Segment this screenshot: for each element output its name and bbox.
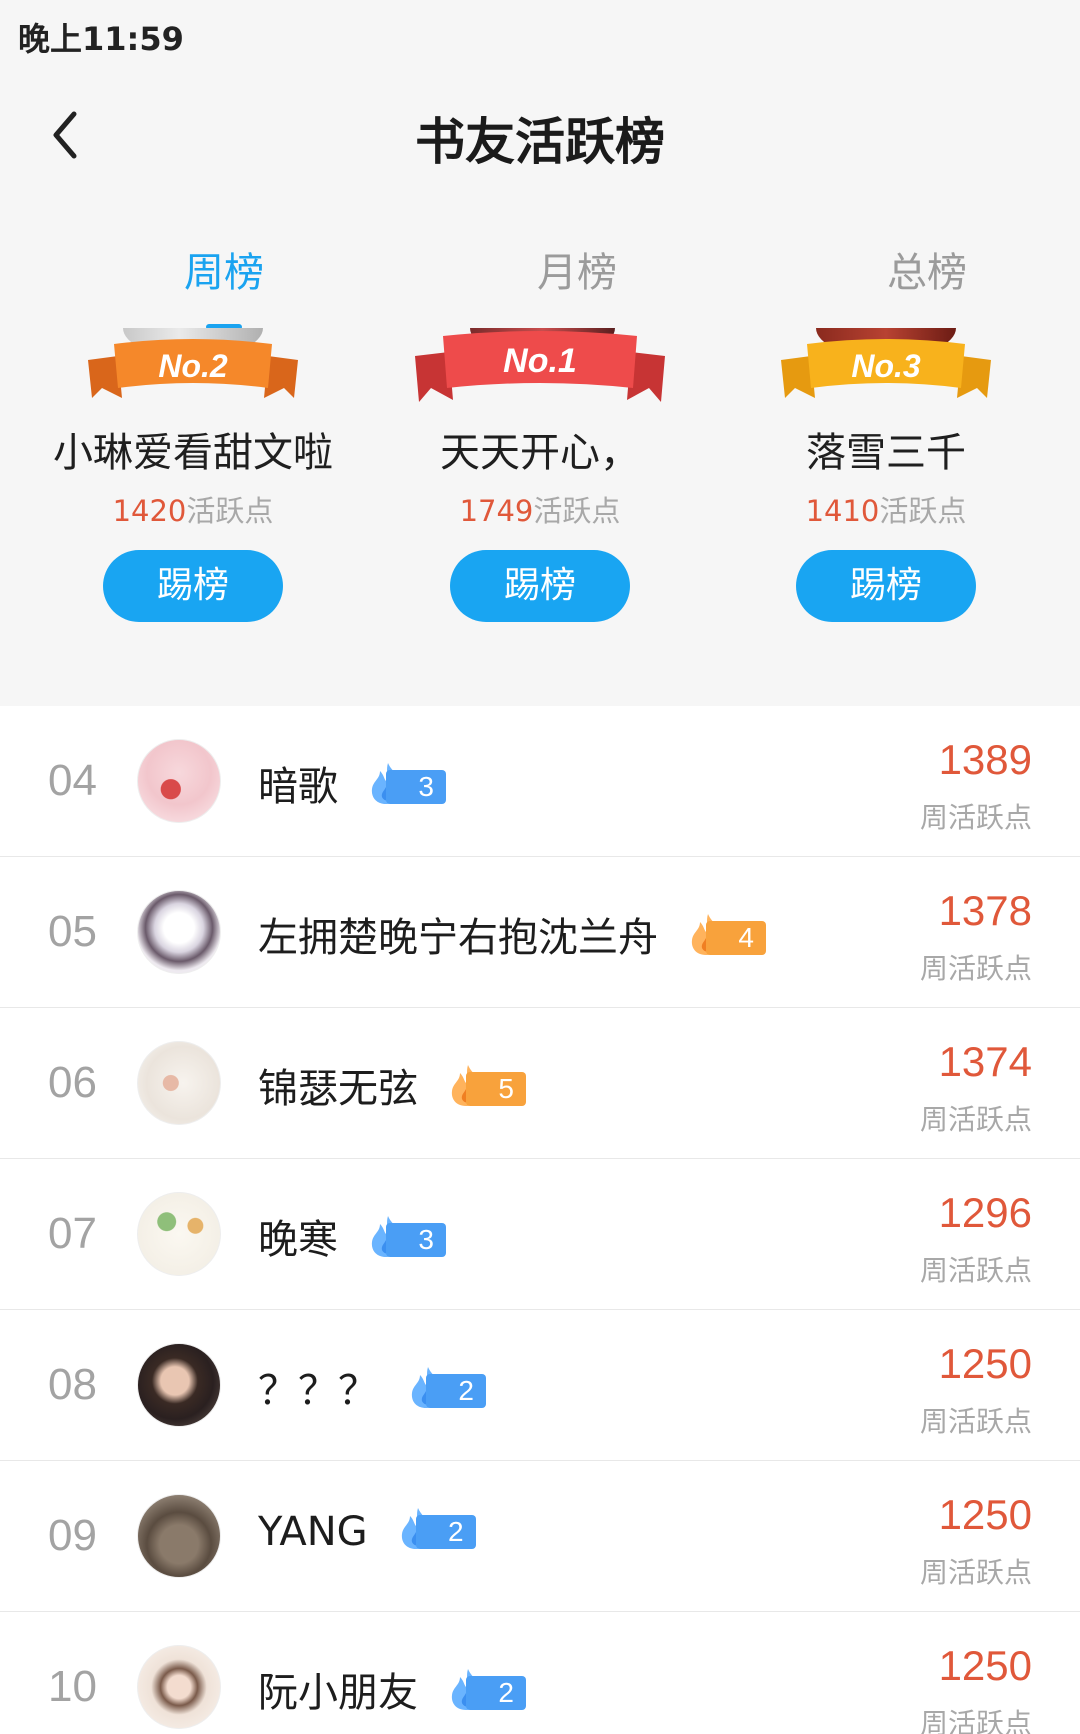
level-badge: 5 — [448, 1065, 526, 1106]
level-badge: 3 — [368, 763, 446, 804]
rank-number: 05 — [48, 907, 97, 956]
ribbon-label: No.2 — [158, 348, 228, 384]
kick-rank-button[interactable]: 踢榜 — [796, 550, 976, 622]
level-value: 4 — [706, 921, 766, 955]
list-item[interactable]: 10 阮小朋友 2 1250 周活跃点 — [0, 1612, 1080, 1734]
tab-total[interactable]: 总榜 — [827, 240, 1027, 298]
rank-number: 04 — [48, 756, 97, 805]
tab-monthly[interactable]: 月榜 — [477, 240, 677, 298]
list-item-name: YANG 2 — [258, 1508, 476, 1555]
user-name: YANG — [258, 1509, 368, 1555]
points-value: 1749 — [459, 494, 534, 528]
ranking-list: 04 暗歌 3 1389 周活跃点 05 左拥楚晚宁右抱沈兰舟 4 1378 周活跃… — [0, 706, 1080, 1734]
avatar — [137, 1645, 221, 1729]
points-value: 1410 — [805, 494, 880, 528]
user-name: 晚寒 — [258, 1217, 338, 1263]
tab-bar: 周榜 月榜 总榜 — [0, 240, 1080, 330]
level-value: 2 — [426, 1374, 486, 1408]
rank-number: 10 — [48, 1662, 97, 1711]
list-item[interactable]: 07 晚寒 3 1296 周活跃点 — [0, 1159, 1080, 1310]
ribbon-no2: No.2 — [88, 336, 298, 404]
user-name: 阮小朋友 — [258, 1670, 418, 1716]
list-item[interactable]: 04 暗歌 3 1389 周活跃点 — [0, 706, 1080, 857]
page-title: 书友活跃榜 — [415, 113, 665, 171]
score-label: 周活跃点 — [919, 952, 1032, 985]
score-value: 1250 — [938, 1642, 1032, 1689]
kick-rank-button[interactable]: 踢榜 — [450, 550, 630, 622]
points-value: 1420 — [112, 494, 187, 528]
score-value: 1250 — [938, 1491, 1032, 1538]
score-label: 周活跃点 — [919, 1103, 1032, 1136]
score-label: 周活跃点 — [919, 1405, 1032, 1438]
avatar — [137, 1192, 221, 1276]
list-item[interactable]: 05 左拥楚晚宁右抱沈兰舟 4 1378 周活跃点 — [0, 857, 1080, 1008]
points-suffix: 活跃点 — [186, 494, 274, 528]
podium-points: 1410活跃点 — [721, 488, 1051, 530]
list-item-name: 晚寒 3 — [258, 1207, 446, 1265]
podium-points: 1749活跃点 — [375, 488, 705, 530]
podium-second[interactable]: No.2 小琳爱看甜文啦 1420活跃点 踢榜 — [28, 328, 358, 628]
header-area: 晚上11:59 书友活跃榜 周榜 月榜 总榜 No.2 小琳爱看甜文啦 1420… — [0, 0, 1080, 706]
avatar — [137, 1041, 221, 1125]
level-badge: 2 — [408, 1367, 486, 1408]
podium-points: 1420活跃点 — [28, 488, 358, 530]
score-value: 1250 — [938, 1340, 1032, 1387]
rank-number: 07 — [48, 1209, 97, 1258]
level-value: 5 — [466, 1072, 526, 1106]
podium-first[interactable]: No.1 天天开心， 1749活跃点 踢榜 — [375, 328, 705, 628]
status-bar-time: 晚上11:59 — [18, 20, 184, 58]
tab-weekly[interactable]: 周榜 — [124, 240, 324, 298]
user-name: ？？？ — [258, 1368, 378, 1414]
score-label: 周活跃点 — [919, 1556, 1032, 1589]
level-value: 2 — [415, 1515, 476, 1549]
rank-number: 09 — [48, 1511, 97, 1560]
podium-third[interactable]: No.3 落雪三千 1410活跃点 踢榜 — [721, 328, 1051, 628]
ribbon-no3: No.3 — [781, 336, 991, 404]
level-badge: 2 — [448, 1669, 526, 1710]
avatar — [137, 1343, 221, 1427]
avatar — [137, 1494, 221, 1578]
list-item-name: 左拥楚晚宁右抱沈兰舟 4 — [258, 905, 766, 963]
level-badge: 3 — [368, 1216, 446, 1257]
kick-rank-button[interactable]: 踢榜 — [103, 550, 283, 622]
podium-name: 落雪三千 — [806, 430, 966, 476]
list-item-name: 暗歌 3 — [258, 754, 446, 812]
list-item[interactable]: 09 YANG 2 1250 周活跃点 — [0, 1461, 1080, 1612]
ribbon-label: No.1 — [503, 342, 577, 380]
user-name: 暗歌 — [258, 764, 338, 810]
ribbon-label: No.3 — [851, 348, 921, 384]
level-badge: 2 — [398, 1508, 476, 1549]
score-label: 周活跃点 — [919, 801, 1032, 834]
podium-name: 小琳爱看甜文啦 — [53, 430, 333, 476]
list-item[interactable]: 06 锦瑟无弦 5 1374 周活跃点 — [0, 1008, 1080, 1159]
score-value: 1374 — [938, 1038, 1032, 1085]
podium-name: 天天开心， — [440, 430, 640, 476]
list-item-name: 锦瑟无弦 5 — [258, 1056, 526, 1114]
list-item-name: ？？？ 2 — [258, 1358, 486, 1416]
points-suffix: 活跃点 — [879, 494, 967, 528]
list-item-name: 阮小朋友 2 — [258, 1660, 526, 1718]
avatar — [137, 890, 221, 974]
level-value: 3 — [386, 770, 446, 804]
user-name: 锦瑟无弦 — [258, 1066, 418, 1112]
level-badge: 4 — [688, 914, 766, 955]
level-value: 2 — [466, 1676, 526, 1710]
ribbon-no1: No.1 — [415, 330, 665, 402]
score-value: 1389 — [938, 736, 1032, 783]
score-label: 周活跃点 — [919, 1254, 1032, 1287]
rank-number: 08 — [48, 1360, 97, 1409]
points-suffix: 活跃点 — [533, 494, 621, 528]
rank-number: 06 — [48, 1058, 97, 1107]
score-label: 周活跃点 — [919, 1707, 1032, 1734]
score-value: 1378 — [938, 887, 1032, 934]
user-name: 左拥楚晚宁右抱沈兰舟 — [258, 915, 658, 961]
level-value: 3 — [386, 1223, 446, 1257]
list-item[interactable]: 08 ？？？ 2 1250 周活跃点 — [0, 1310, 1080, 1461]
avatar — [137, 739, 221, 823]
score-value: 1296 — [938, 1189, 1032, 1236]
